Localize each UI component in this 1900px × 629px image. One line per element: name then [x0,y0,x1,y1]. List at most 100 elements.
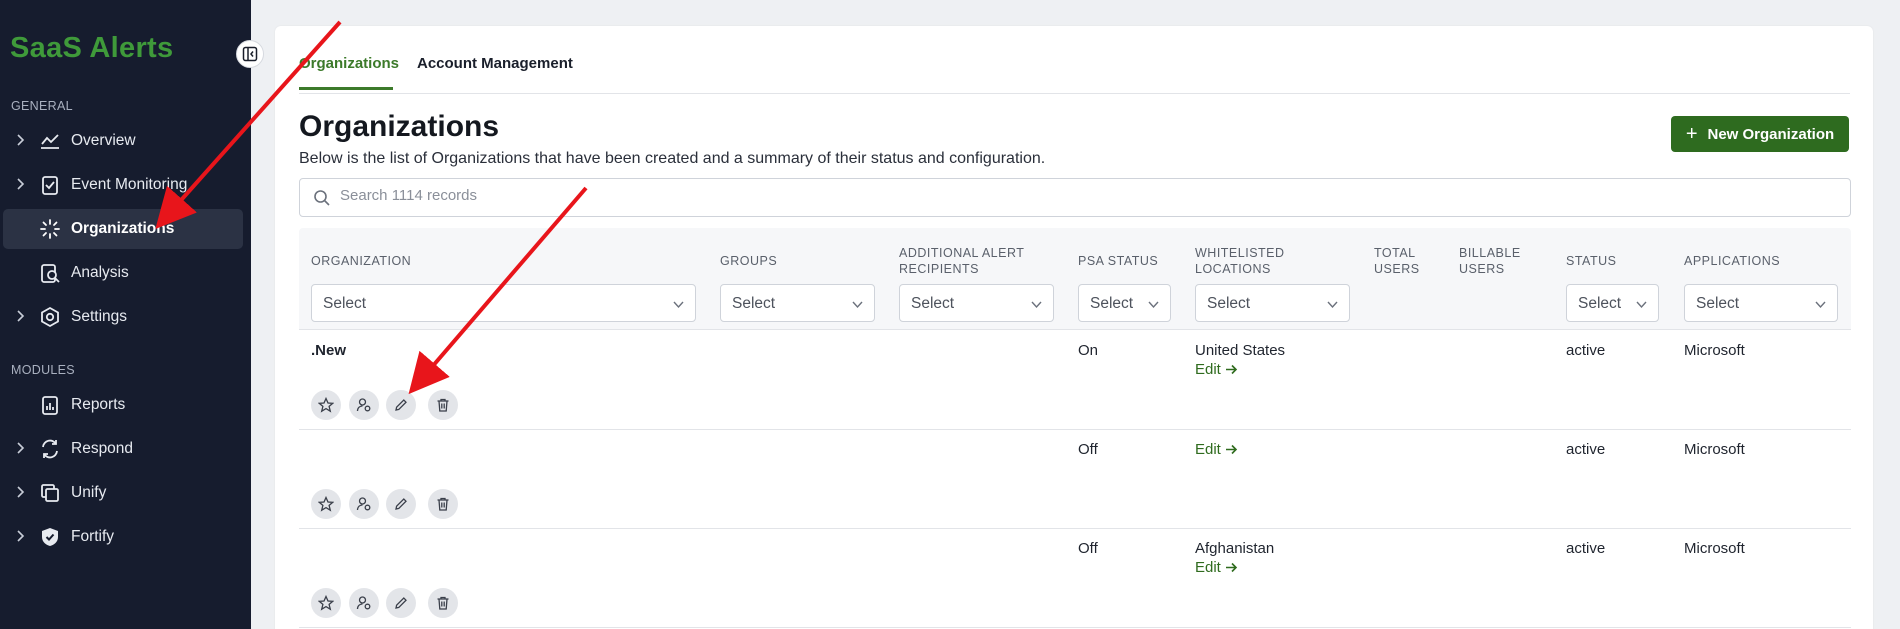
edit-button[interactable] [386,588,416,618]
search-input[interactable] [340,187,1240,204]
page-title: Organizations [299,110,500,143]
clipboard-check-icon [42,176,58,195]
chevron-down-icon [1636,301,1647,309]
column-header-organization: ORGANIZATION [311,254,412,268]
search-icon [314,190,330,206]
arrow-right-icon [1225,444,1237,455]
filter-select-whitelisted-locations[interactable]: Select [1195,284,1350,322]
chevron-right-icon [17,442,25,454]
column-header-applications: APPLICATIONS [1684,254,1781,268]
pencil-icon [395,597,407,609]
select-value: Select [911,295,955,312]
chevron-down-icon [1327,301,1338,309]
edit-label: Edit [1195,361,1221,378]
select-value: Select [1578,295,1622,312]
edit-button[interactable] [386,390,416,420]
table-row[interactable] [299,331,1851,430]
sidebar-item-analysis[interactable]: Analysis [3,253,243,293]
trash-icon [437,497,449,511]
sidebar-item-overview[interactable]: Overview [3,121,243,161]
applications-value: Microsoft [1684,342,1745,359]
sidebar-item-reports[interactable]: Reports [3,385,243,425]
filter-select-applications[interactable]: Select [1684,284,1838,322]
chevron-right-icon [17,486,25,498]
arrow-right-icon [1225,364,1237,375]
trash-icon [437,596,449,610]
applications-value: Microsoft [1684,441,1745,458]
chevron-right-icon [17,310,25,322]
filter-select-psa-status[interactable]: Select [1078,284,1171,322]
filter-select-alert-recipients[interactable]: Select [899,284,1054,322]
table-row[interactable] [299,529,1851,628]
select-value: Select [1207,295,1251,312]
sidebar: SaaS Alerts GENERAL Overview Event Monit… [0,0,251,629]
sidebar-item-label: Reports [71,396,126,413]
chevron-right-icon [17,178,25,190]
trash-icon [437,398,449,412]
shield-check-icon [42,528,58,546]
edit-locations-link[interactable]: Edit [1195,361,1238,378]
user-settings-button[interactable] [349,390,379,420]
arrow-right-icon [1225,562,1237,573]
sync-refresh-icon [42,439,58,459]
location-value: United States [1195,342,1286,359]
chevron-right-icon [17,530,25,542]
trend-line-icon [41,134,59,149]
sidebar-item-fortify[interactable]: Fortify [3,517,243,557]
filter-select-status[interactable]: Select [1566,284,1659,322]
document-search-icon [41,264,60,283]
sidebar-item-label: Organizations [71,220,175,237]
column-header-billable-users: BILLABLE USERS [1459,246,1521,276]
select-value: Select [732,295,776,312]
sidebar-item-label: Settings [71,308,128,325]
edit-locations-link[interactable]: Edit [1195,441,1238,458]
status-value: active [1566,540,1606,557]
sidebar-item-label: Unify [71,484,107,501]
column-header-whitelisted-locations: WHITELISTED LOCATIONS [1195,246,1285,276]
sidebar-item-label: Respond [71,440,134,457]
sidebar-item-unify[interactable]: Unify [3,473,243,513]
tab-label: Organizations [299,55,400,72]
select-value: Select [1696,295,1740,312]
sidebar-item-organizations[interactable]: Organizations [3,209,243,249]
active-tab-indicator [299,87,393,90]
favorite-button[interactable] [311,588,341,618]
sparkle-network-icon [40,219,60,239]
user-settings-button[interactable] [349,588,379,618]
edit-locations-link[interactable]: Edit [1195,559,1238,576]
stacked-windows-icon [41,484,59,502]
new-organization-label: New Organization [1707,125,1835,143]
sidebar-item-event-monitoring[interactable]: Event Monitoring [3,165,243,205]
filter-select-organization[interactable]: Select [311,284,696,322]
report-clipboard-icon [42,396,58,415]
chevron-down-icon [1815,301,1826,309]
tab-organizations[interactable]: Organizations [299,55,399,72]
user-settings-button[interactable] [349,489,379,519]
logo-text: SaaS Alerts [10,32,174,64]
sidebar-item-label: Overview [71,132,136,149]
select-value: Select [1090,295,1134,312]
new-organization-button[interactable]: + New Organization [1671,116,1849,152]
gear-hexagon-icon [41,306,59,328]
sidebar-item-label: Event Monitoring [71,176,188,193]
favorite-button[interactable] [311,489,341,519]
column-header-groups: GROUPS [720,254,778,268]
table-row[interactable] [299,430,1851,529]
filter-select-groups[interactable]: Select [720,284,875,322]
edit-label: Edit [1195,441,1221,458]
favorite-button[interactable] [311,390,341,420]
search-bar [299,178,1851,217]
sidebar-item-settings[interactable]: Settings [3,297,243,337]
chevron-down-icon [852,301,863,309]
delete-button[interactable] [428,390,458,420]
tab-label: Account Management [417,55,573,72]
delete-button[interactable] [428,588,458,618]
sidebar-item-respond[interactable]: Respond [3,429,243,469]
app-logo[interactable]: SaaS Alerts [10,32,173,65]
sidebar-collapse-button[interactable] [236,40,264,68]
edit-button[interactable] [386,489,416,519]
organization-name[interactable]: .New [311,342,346,359]
tab-account-management[interactable]: Account Management [417,55,573,72]
user-settings-icon [356,596,371,610]
delete-button[interactable] [428,489,458,519]
